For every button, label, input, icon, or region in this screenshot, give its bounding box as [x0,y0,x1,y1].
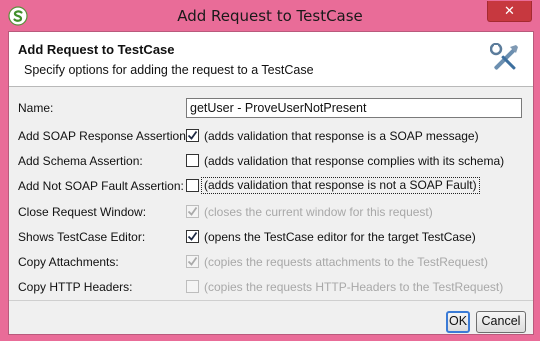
dialog-body: Add Request to TestCase Specify options … [8,31,534,335]
option-description: (adds validation that response is a SOAP… [204,129,479,143]
cancel-button[interactable]: Cancel [476,311,526,333]
option-description: (closes the current window for this requ… [204,205,433,219]
title-bar[interactable]: Add Request to TestCase ✕ [0,0,540,31]
option-row-soap-response: Add SOAP Response Assertion: (adds valid… [9,126,533,148]
option-row-copy-attachments: Copy Attachments: (copies the requests a… [9,252,533,274]
option-label: Add Not SOAP Fault Assertion: [18,179,184,193]
option-label: Add Schema Assertion: [18,154,143,168]
option-row-show-editor: Shows TestCase Editor: (opens the TestCa… [9,227,533,249]
option-row-schema: Add Schema Assertion: (adds validation t… [9,151,533,173]
dialog-footer: OK Cancel [9,300,533,335]
name-row: Name: getUser - ProveUserNotPresent [9,98,533,120]
option-label: Add SOAP Response Assertion: [18,129,190,143]
close-icon: ✕ [504,3,515,18]
option-description: (opens the TestCase editor for the targe… [204,230,476,244]
show-testcase-editor-checkbox[interactable] [186,230,199,243]
header-title: Add Request to TestCase [18,42,175,57]
soap-response-assertion-checkbox[interactable] [186,129,199,142]
option-description: (copies the requests attachments to the … [204,255,488,269]
option-description: (adds validation that response complies … [204,154,505,168]
option-row-close-request: Close Request Window: (closes the curren… [9,202,533,224]
option-row-copy-headers: Copy HTTP Headers: (copies the requests … [9,277,533,299]
not-soap-fault-assertion-checkbox[interactable] [186,179,199,192]
option-label: Copy Attachments: [18,255,119,269]
name-label: Name: [18,101,54,115]
copy-attachments-checkbox[interactable] [186,255,199,268]
copy-http-headers-checkbox[interactable] [186,280,199,293]
header-subtitle: Specify options for adding the request t… [24,63,314,77]
option-row-not-soap-fault: Add Not SOAP Fault Assertion: (adds vali… [9,176,533,198]
schema-assertion-checkbox[interactable] [186,154,199,167]
dialog-header: Add Request to TestCase Specify options … [9,32,533,87]
option-description: (copies the requests HTTP-Headers to the… [204,280,504,294]
close-request-window-checkbox[interactable] [186,205,199,218]
option-label: Copy HTTP Headers: [18,280,133,294]
name-input[interactable]: getUser - ProveUserNotPresent [186,98,522,118]
option-label: Close Request Window: [18,205,147,219]
option-label: Shows TestCase Editor: [18,230,146,244]
option-description: (adds validation that response is not a … [201,177,480,194]
tools-icon [489,42,520,75]
window-title: Add Request to TestCase [177,7,363,25]
ok-button[interactable]: OK [446,311,470,333]
close-button[interactable]: ✕ [487,1,532,22]
